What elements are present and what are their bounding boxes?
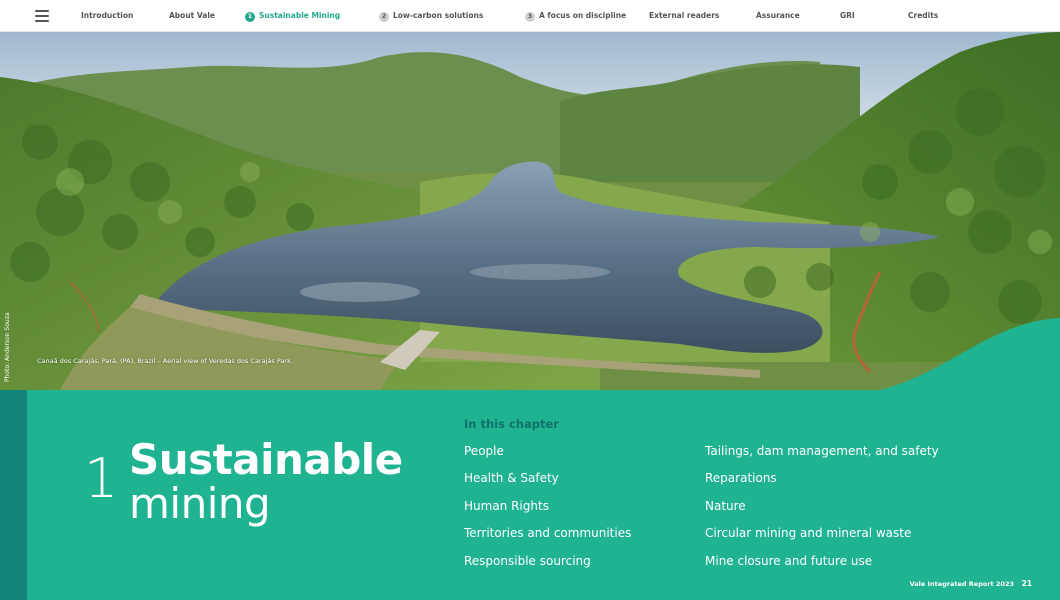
chapter-link-nature[interactable]: Nature xyxy=(705,499,746,513)
top-navigation: Introduction About Vale 1 Sustainable Min… xyxy=(0,0,1060,32)
nav-item-label: Sustainable Mining xyxy=(259,11,341,20)
nav-item-credits[interactable]: Credits xyxy=(908,10,938,22)
chapter-title-line2: mining xyxy=(129,479,271,528)
teal-wave xyxy=(880,318,1060,390)
nav-item-low-carbon-solutions[interactable]: 2 Low-carbon solutions xyxy=(379,10,483,22)
chapter-link-reparations[interactable]: Reparations xyxy=(705,471,777,485)
nav-item-label: A focus on discipline xyxy=(539,11,627,20)
chapter-link-circular-mining[interactable]: Circular mining and mineral waste xyxy=(705,526,911,540)
nav-item-label: About Vale xyxy=(169,11,215,20)
nav-item-sustainable-mining[interactable]: 1 Sustainable Mining xyxy=(245,10,340,22)
chapter-number: 1 xyxy=(84,447,119,510)
nav-item-label: External readers xyxy=(649,11,720,20)
nav-item-assurance[interactable]: Assurance xyxy=(756,10,800,22)
nav-item-label: GRI xyxy=(840,11,855,20)
photo-credit: Photo: Anderson Souza xyxy=(4,312,11,382)
hero-photo: Photo: Anderson Souza Canaã dos Carajás,… xyxy=(0,32,1060,390)
chapter-title-line1: Sustainable xyxy=(129,435,403,484)
nav-item-label: Low-carbon solutions xyxy=(393,11,484,20)
nav-item-introduction[interactable]: Introduction xyxy=(81,10,133,22)
chapter-link-territories[interactable]: Territories and communities xyxy=(464,526,631,540)
nav-item-external-readers[interactable]: External readers xyxy=(649,10,719,22)
page-number: 21 xyxy=(1021,579,1032,588)
chapter-number-badge: 2 xyxy=(379,12,389,22)
chapter-link-health-safety[interactable]: Health & Safety xyxy=(464,471,559,485)
nav-item-label: Assurance xyxy=(756,11,800,20)
chapter-link-mine-closure[interactable]: Mine closure and future use xyxy=(705,554,872,568)
nav-item-label: Introduction xyxy=(81,11,134,20)
chapter-number-badge: 3 xyxy=(525,12,535,22)
nav-item-label: Credits xyxy=(908,11,939,20)
chapter-number-badge: 1 xyxy=(245,12,255,22)
chapter-title: Sustainable mining xyxy=(129,438,429,526)
chapter-link-tailings[interactable]: Tailings, dam management, and safety xyxy=(705,444,939,458)
photo-caption: Canaã dos Carajás, Pará, (PA), Brazil – … xyxy=(37,357,293,365)
side-strip xyxy=(0,390,27,600)
chapter-link-human-rights[interactable]: Human Rights xyxy=(464,499,549,513)
chapter-link-people[interactable]: People xyxy=(464,444,504,458)
nav-item-about-vale[interactable]: About Vale xyxy=(169,10,215,22)
in-this-chapter-heading: In this chapter xyxy=(464,417,559,431)
nav-item-focus-on-discipline[interactable]: 3 A focus on discipline xyxy=(525,10,626,22)
report-name: Vale Integrated Report 2023 xyxy=(909,580,1014,588)
chapter-link-responsible-sourcing[interactable]: Responsible sourcing xyxy=(464,554,591,568)
nav-item-gri[interactable]: GRI xyxy=(840,10,855,22)
hamburger-menu-icon[interactable] xyxy=(35,10,49,22)
